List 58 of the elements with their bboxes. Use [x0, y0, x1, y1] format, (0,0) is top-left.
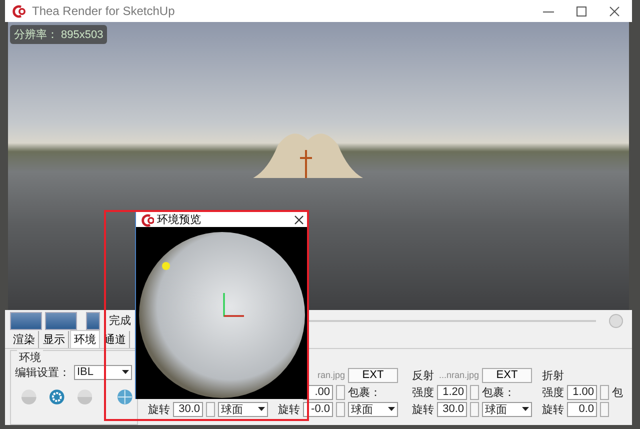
close-icon[interactable] — [609, 6, 620, 16]
spin-button[interactable] — [470, 384, 479, 400]
settings-icon[interactable] — [48, 388, 64, 405]
maximize-icon[interactable] — [576, 6, 587, 16]
caret-icon — [122, 370, 129, 374]
caret-icon — [388, 407, 395, 412]
status-text: 完成 — [109, 314, 132, 328]
globe-icon[interactable] — [117, 388, 133, 405]
number-field[interactable]: -0.0 — [303, 402, 333, 417]
app-logo-icon — [140, 212, 154, 226]
spin-button[interactable] — [470, 402, 479, 417]
close-icon[interactable] — [294, 214, 304, 224]
field-label: 旋转 — [542, 402, 564, 417]
sphere-icon[interactable] — [76, 388, 92, 405]
tab[interactable]: 显示 — [40, 330, 69, 348]
wrap-dropdown[interactable]: 球面 — [218, 402, 268, 417]
spin-button[interactable] — [336, 384, 345, 400]
tab[interactable]: 环境 — [70, 330, 100, 348]
field-label: 包裹： — [348, 386, 382, 400]
caret-icon — [258, 407, 265, 412]
dialog-title: 环境预览 — [157, 212, 202, 227]
toolbar-icon-button[interactable] — [10, 312, 42, 330]
window-title: Thea Render for SketchUp — [32, 4, 176, 18]
group-title: 环境 — [17, 350, 43, 365]
spin-button[interactable] — [600, 402, 609, 417]
field-label: 编辑设置： — [15, 366, 70, 380]
spin-button[interactable] — [336, 402, 345, 417]
map-label: 折射 — [542, 368, 564, 383]
wrap-dropdown[interactable]: 球面 — [348, 402, 398, 417]
number-field[interactable]: 0.0 — [567, 402, 597, 417]
resolution-badge: 分辨率： 895x503 — [10, 25, 108, 44]
field-label: 包裹： — [482, 386, 516, 400]
number-field[interactable]: 1.20 — [437, 384, 467, 400]
stop-button[interactable] — [609, 314, 623, 328]
file-name: ran.jpg — [316, 370, 345, 380]
file-name: ...nran.jpg — [438, 370, 479, 380]
ext-button[interactable]: EXT — [348, 368, 398, 383]
ext-button[interactable]: EXT — [482, 368, 532, 383]
spin-button[interactable] — [600, 384, 609, 400]
tab[interactable]: 渲染 — [10, 330, 39, 348]
field-label: 旋转 — [412, 402, 434, 417]
sphere-icon[interactable] — [21, 388, 37, 405]
number-field[interactable]: 30.0 — [437, 402, 467, 417]
number-field[interactable]: 1.00 — [567, 384, 597, 400]
spin-button[interactable] — [206, 402, 215, 417]
field-label: 旋转 — [278, 402, 300, 417]
toolbar-icon-button[interactable] — [45, 312, 77, 330]
toolbar-icon-button[interactable] — [86, 312, 100, 330]
number-field[interactable]: 30.0 — [173, 402, 203, 417]
field-label: 旋转 — [148, 402, 170, 417]
map-label: 反射 — [412, 368, 434, 383]
field-label: 强度 — [542, 386, 564, 400]
preset-dropdown[interactable]: IBL — [74, 364, 132, 380]
field-label: 包 — [612, 386, 624, 400]
app-logo-icon — [11, 4, 26, 18]
wrap-dropdown[interactable]: 球面 — [482, 402, 532, 417]
caret-icon — [522, 407, 529, 412]
field-label: 强度 — [412, 386, 434, 400]
